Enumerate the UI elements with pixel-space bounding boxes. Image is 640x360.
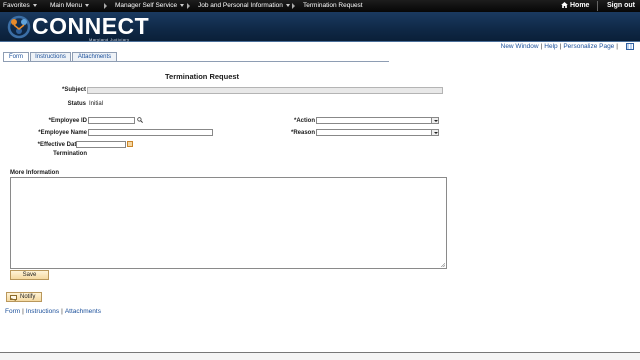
status-label: Status — [67, 101, 86, 107]
notify-label: Notify — [20, 294, 36, 300]
breadcrumb-separator-icon — [292, 3, 295, 9]
link-separator: | — [61, 308, 63, 315]
chevron-down-icon — [180, 3, 185, 7]
subject-field — [87, 87, 443, 94]
subject-label: *Subject — [61, 87, 86, 93]
calendar-icon[interactable] — [127, 141, 133, 147]
reason-label: *Reason — [290, 130, 315, 136]
sign-out-link[interactable]: Sign out — [607, 2, 635, 9]
link-separator: | — [22, 308, 24, 315]
home-icon — [561, 2, 568, 8]
connect-logo-icon — [7, 15, 31, 39]
main-menu[interactable]: Main Menu — [50, 2, 90, 9]
employee-name-label: *Employee Name — [38, 130, 87, 136]
lookup-search-icon[interactable] — [137, 117, 143, 123]
help-link[interactable]: Help — [544, 43, 557, 50]
footer-link-form[interactable]: Form — [5, 308, 20, 315]
employee-id-label: *Employee ID — [48, 118, 87, 124]
breadcrumb-job-personal-info[interactable]: Job and Personal Information — [198, 2, 290, 9]
breadcrumb-termination-request[interactable]: Termination Request — [303, 2, 363, 9]
status-value: Initial — [89, 101, 104, 107]
header-banner: CONNECT Maryland Judiciary — [0, 12, 640, 42]
link-separator: | — [616, 43, 618, 50]
action-label: *Action — [294, 118, 315, 124]
grid-view-icon[interactable] — [626, 43, 634, 50]
breadcrumb-separator-icon — [104, 3, 107, 9]
chevron-down-icon — [85, 3, 90, 7]
employee-name-field[interactable] — [88, 129, 213, 136]
more-information-textarea[interactable] — [10, 177, 447, 269]
main-menu-label: Main Menu — [50, 2, 83, 9]
logo-subtext: Maryland Judiciary — [89, 37, 130, 42]
breadcrumb-label: Manager Self Service — [115, 2, 178, 9]
chevron-down-icon — [431, 118, 438, 123]
window-bottom-bar — [0, 352, 640, 360]
home-link[interactable]: Home — [561, 2, 589, 9]
tab-form[interactable]: Form — [3, 52, 29, 61]
breadcrumb-separator-icon — [187, 3, 190, 9]
save-button[interactable]: Save — [10, 270, 49, 280]
chevron-down-icon — [285, 3, 290, 7]
breadcrumb-label: Job and Personal Information — [198, 2, 283, 9]
envelope-icon — [10, 295, 17, 300]
top-navigation-bar: Favorites Main Menu Manager Self Service… — [0, 0, 640, 12]
more-information-label: More Information — [10, 170, 59, 176]
connect-logo-text: CONNECT — [32, 13, 150, 39]
personalize-page-link[interactable]: Personalize Page — [563, 43, 614, 50]
effective-date-label-line2: Termination — [53, 151, 87, 157]
action-select[interactable] — [316, 117, 439, 124]
chevron-down-icon — [431, 130, 438, 135]
new-window-link[interactable]: New Window — [501, 43, 539, 50]
reason-select[interactable] — [316, 129, 439, 136]
link-separator: | — [540, 43, 543, 50]
favorites-label: Favorites — [3, 2, 30, 9]
nav-divider — [597, 1, 598, 11]
notify-button[interactable]: Notify — [6, 292, 42, 302]
chevron-down-icon — [32, 3, 37, 7]
resize-handle-icon[interactable] — [441, 263, 445, 267]
employee-id-field[interactable] — [88, 117, 135, 124]
tab-underline — [3, 61, 389, 62]
link-separator: | — [559, 43, 562, 50]
footer-link-attachments[interactable]: Attachments — [65, 308, 101, 315]
page-utility-links: New Window | Help | Personalize Page | — [501, 43, 620, 50]
tab-instructions[interactable]: Instructions — [30, 52, 71, 61]
home-label: Home — [570, 2, 590, 9]
page-title: Termination Request — [165, 72, 240, 81]
footer-link-instructions[interactable]: Instructions — [26, 308, 59, 315]
favorites-menu[interactable]: Favorites — [3, 2, 37, 9]
breadcrumb-manager-self-service[interactable]: Manager Self Service — [115, 2, 185, 9]
footer-links: Form | Instructions | Attachments — [5, 308, 101, 315]
effective-date-field[interactable] — [76, 141, 126, 148]
tab-attachments[interactable]: Attachments — [72, 52, 117, 61]
